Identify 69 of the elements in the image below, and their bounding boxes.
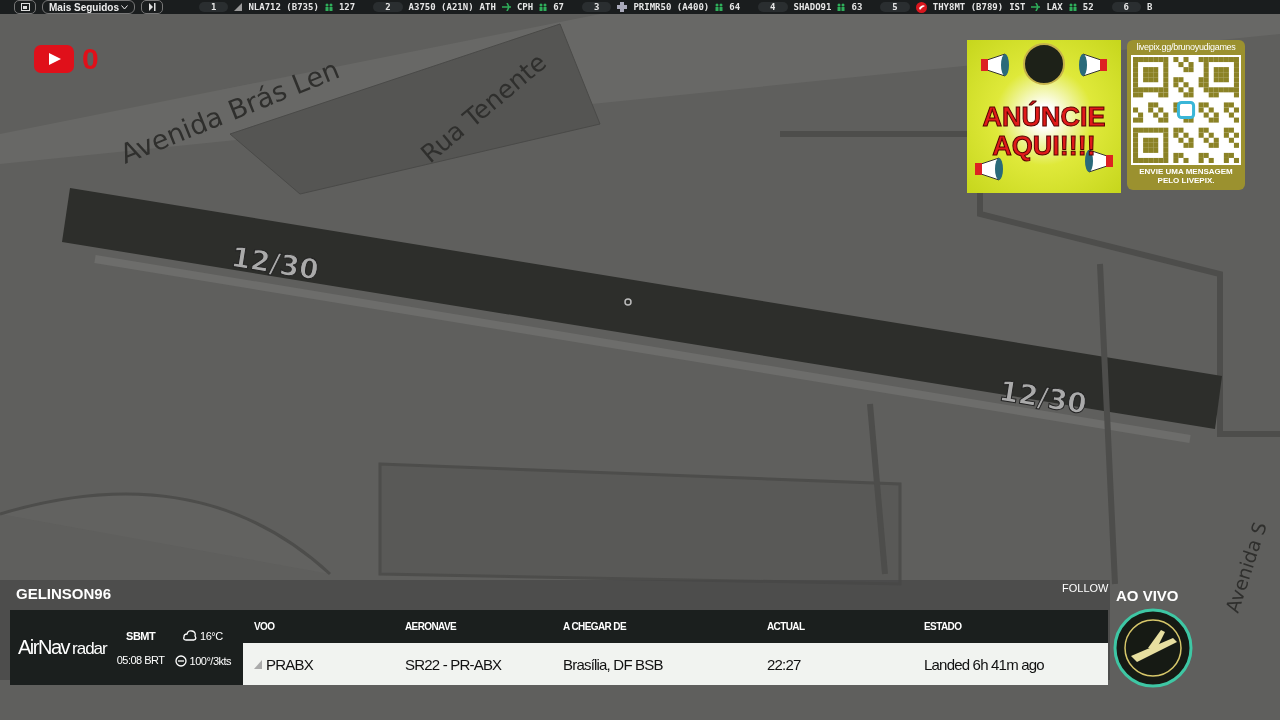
logo-text: AirNav — [18, 636, 69, 659]
ad-headline: ANÚNCIE AQUI!!!! — [981, 103, 1107, 160]
livepix-caption: ENVIE UMA MENSAGEM PELO LIVEPIX. — [1138, 168, 1234, 186]
rank-number: 3 — [582, 2, 612, 12]
flight-label[interactable]: B — [1147, 2, 1153, 12]
runway-label: 12/30 — [228, 240, 322, 287]
column-header: AERONAVE — [405, 621, 458, 632]
flight-label[interactable]: A3750 (A21N) — [408, 2, 474, 12]
plane-icon — [501, 3, 511, 11]
aircraft-icon — [234, 3, 243, 11]
username: GELINSON96 — [16, 585, 112, 602]
flight-row[interactable]: PRABX SR22 - PR-ABX Brasília, DF BSB 22:27 Landed 6h 41m ago — [243, 643, 1108, 685]
table-cell: PRABX — [254, 655, 405, 673]
people-icon — [324, 3, 333, 11]
aircraft-icon — [254, 659, 262, 669]
flight-label[interactable]: SHADO91 — [793, 2, 832, 12]
youtube-icon — [34, 45, 74, 73]
route-origin: ATH — [479, 2, 496, 12]
location-pin-icon[interactable] — [624, 298, 632, 306]
people-icon — [539, 3, 548, 11]
window-button[interactable] — [14, 0, 36, 14]
wind-direction-icon — [174, 654, 187, 667]
flight-label[interactable]: THY8MT (B789) — [932, 2, 1004, 12]
flight-label[interactable]: NLA712 (B735) — [248, 2, 319, 12]
viewer-count: 0 — [82, 42, 99, 76]
ad-banner[interactable]: ANÚNCIE AQUI!!!! — [967, 40, 1121, 193]
cross-emblem-icon — [617, 2, 628, 12]
follower-count: 67 — [553, 2, 564, 12]
rank-number: 6 — [1111, 2, 1141, 12]
rank-number: 2 — [373, 2, 403, 12]
people-icon — [837, 3, 846, 11]
chevron-icon — [121, 4, 128, 10]
table-cell-text: Landed 6h 41m ago — [924, 655, 1045, 673]
livepix-url: livepix.gg/brunoyudigames — [1136, 42, 1236, 52]
window-icon — [20, 3, 30, 11]
route-destination: LAX — [1046, 2, 1063, 12]
airport-code: SBMT — [126, 629, 156, 642]
rank-number: 1 — [199, 2, 229, 12]
rank-number: 4 — [758, 2, 788, 12]
route-destination: CPH — [516, 2, 534, 12]
live-label: AO VIVO — [1116, 587, 1179, 604]
follower-count: 52 — [1082, 2, 1094, 12]
plane-icon — [1031, 3, 1041, 11]
route-origin: IST — [1009, 2, 1026, 12]
table-cell-text: SR22 - PR-ABX — [405, 655, 503, 673]
wind-reading: 100°/3kts — [189, 654, 232, 667]
column-header: VOO — [254, 621, 276, 632]
people-icon — [1068, 3, 1077, 11]
temperature: 16°C — [200, 629, 223, 642]
flight-label[interactable]: PRIMR50 (A400) — [633, 2, 710, 12]
table-cell-text: 22:27 — [767, 655, 802, 673]
column-header: ACTUAL — [767, 621, 806, 632]
logo-subtext: radar — [72, 639, 107, 659]
filter-dropdown[interactable]: Mais Seguidos — [42, 0, 135, 14]
airline-logo-icon — [915, 1, 927, 13]
follow-label: FOLLOW — [1062, 582, 1109, 594]
follower-count: 64 — [729, 2, 741, 12]
skip-icon — [148, 3, 156, 11]
column-header: A CHEGAR DE — [563, 621, 628, 632]
local-time: 05:08 BRT — [116, 653, 165, 666]
skip-button[interactable] — [141, 0, 163, 14]
follower-count: 127 — [338, 2, 356, 12]
cloud-icon — [183, 628, 198, 643]
people-icon — [715, 3, 724, 11]
rank-number: 5 — [880, 2, 910, 12]
runway-label: 12/30 — [996, 374, 1090, 421]
column-header: ESTADO — [924, 621, 963, 632]
table-cell-text: Brasília, DF BSB — [563, 655, 664, 673]
follower-count: 63 — [851, 2, 863, 12]
